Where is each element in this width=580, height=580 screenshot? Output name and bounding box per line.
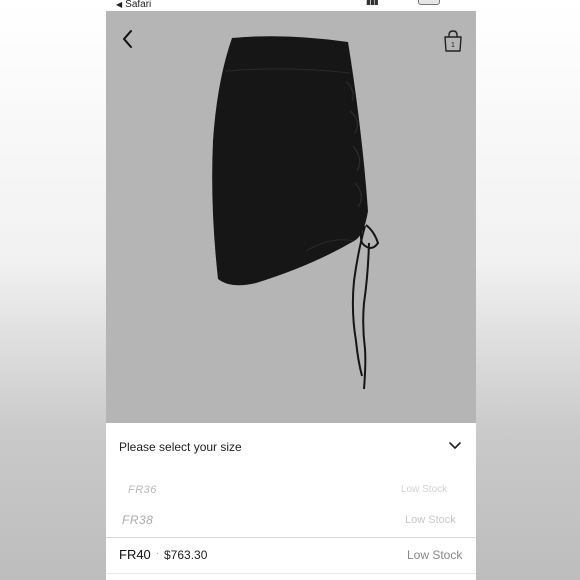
chevron-left-icon	[123, 30, 132, 48]
size-option-fr38[interactable]: FR38 Low Stock	[106, 508, 476, 532]
separator-dot: ·	[156, 548, 160, 559]
selected-size-label: FR40	[119, 547, 151, 562]
back-button[interactable]	[118, 27, 138, 51]
bag-count: 1	[451, 42, 455, 49]
shopping-bag-button[interactable]: 1	[442, 29, 464, 53]
stock-status: Low Stock	[401, 484, 448, 495]
size-option-label: FR38	[122, 513, 154, 527]
size-select-dropdown[interactable]: Please select your size	[106, 426, 476, 466]
size-option-label: FR36	[128, 484, 157, 496]
back-to-safari-link[interactable]: ◀ Safari	[116, 0, 151, 10]
back-to-safari-arrow-icon: ◀	[116, 0, 123, 9]
shopping-bag-icon: 1	[444, 30, 462, 52]
battery-icon	[418, 0, 440, 5]
stock-status: Low Stock	[407, 548, 463, 562]
product-image: 1	[106, 11, 476, 423]
divider	[106, 573, 476, 574]
app-screen: 1 Please select your size FR36 Low Stock…	[106, 11, 476, 580]
chevron-down-icon	[449, 442, 461, 449]
stock-status: Low Stock	[405, 514, 456, 526]
size-select-label: Please select your size	[119, 440, 242, 454]
size-option-fr36[interactable]: FR36 Low Stock	[106, 479, 476, 503]
selected-size-price: $763.30	[164, 548, 208, 562]
signal-icon: ▮▮▮	[366, 0, 379, 6]
divider	[106, 537, 476, 538]
skirt-image	[212, 36, 380, 390]
back-to-safari-label: Safari	[125, 0, 152, 10]
size-option-fr40-selected[interactable]: FR40 · $763.30 Low Stock	[106, 543, 476, 571]
